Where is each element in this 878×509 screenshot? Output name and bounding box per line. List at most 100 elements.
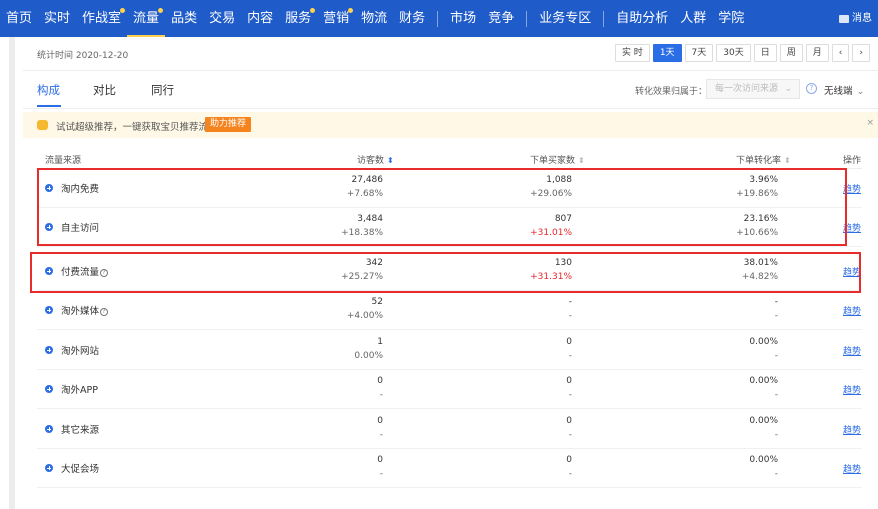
buyers-value: 0 — [566, 337, 572, 347]
range-button[interactable]: 7天 — [684, 44, 714, 62]
trend-link[interactable]: 趋势 — [843, 383, 861, 396]
expand-plus-icon[interactable] — [45, 385, 53, 393]
nav-item[interactable]: 营销 — [317, 0, 355, 37]
trend-link[interactable]: 趋势 — [843, 304, 861, 317]
trend-link[interactable]: 趋势 — [843, 462, 861, 475]
buyers-value: - — [568, 297, 572, 307]
chevron-right-icon[interactable]: › — [852, 44, 870, 62]
boost-recommend-button[interactable]: 助力推荐 — [205, 117, 252, 132]
table-row: 大促会场 0 - 0 - 0.00% - 趋势 — [37, 449, 862, 488]
stat-time: 统计时间 2020-12-20 — [37, 51, 129, 61]
rate-value: - — [774, 297, 778, 307]
message-icon — [839, 14, 849, 23]
source-name-label: 淘外网站 — [61, 346, 100, 357]
sort-icon: ⬍ — [578, 156, 585, 165]
nav-item[interactable]: 业务专区 — [533, 0, 597, 37]
rate-value: 0.00% — [749, 337, 778, 347]
nav-item[interactable]: 实时 — [38, 0, 76, 37]
message-button[interactable]: 消息 — [839, 0, 872, 37]
nav-item[interactable]: 内容 — [241, 0, 279, 37]
range-button[interactable]: 周 — [779, 44, 803, 62]
visitors-value: 52 — [371, 297, 383, 307]
rate-change: - — [774, 351, 778, 361]
nav-item[interactable]: 服务 — [279, 0, 317, 37]
nav-items: 首页 实时 作战室 流量 品类 交易 内容 服务 营销 物流 财务 市场 竞争 业务专区 自助分析 人群 学院 — [0, 0, 750, 37]
visitors-change: - — [379, 469, 383, 479]
source-name: 其它来源 — [61, 422, 99, 436]
header-buyers-label: 下单买家数 — [530, 156, 576, 166]
nav-item[interactable]: 市场 — [444, 0, 482, 37]
expand-plus-icon[interactable] — [45, 346, 53, 354]
expand-plus-icon[interactable] — [45, 306, 53, 314]
nav-item[interactable]: 交易 — [203, 0, 241, 37]
rate-value: 0.00% — [749, 416, 778, 426]
chevron-left-icon[interactable]: ‹ — [831, 44, 850, 62]
expand-plus-icon[interactable] — [45, 425, 53, 433]
header-visitors-label: 访客数 — [357, 156, 385, 166]
nav-item[interactable]: 品类 — [165, 0, 203, 37]
visitors-change: - — [379, 430, 383, 440]
nav-item-label: 市场 — [450, 11, 477, 26]
trend-link[interactable]: 趋势 — [843, 423, 861, 436]
source-name-label: 大促会场 — [61, 464, 100, 475]
buyers-value: 0 — [566, 416, 572, 426]
notification-dot — [310, 8, 316, 13]
header-action: 操作 — [843, 156, 862, 166]
nav-item-label: 作战室 — [82, 11, 122, 26]
range-button[interactable]: 1天 — [652, 44, 682, 62]
nav-item-label: 财务 — [399, 11, 426, 26]
device-type-value: 无线端 — [824, 86, 853, 97]
rate-change: - — [774, 311, 778, 321]
nav-item[interactable]: 学院 — [712, 0, 750, 37]
range-button[interactable]: 月 — [805, 44, 829, 62]
nav-separator — [437, 10, 439, 27]
nav-item[interactable]: 物流 — [355, 0, 393, 37]
visitors-value: 0 — [377, 416, 383, 426]
expand-plus-icon[interactable] — [45, 464, 53, 472]
tab-compare[interactable]: 对比 — [93, 82, 116, 98]
nav-item-label: 实时 — [44, 11, 71, 26]
chevron-down-icon: ⌄ — [856, 86, 865, 97]
range-button[interactable]: 30天 — [716, 44, 751, 62]
range-button[interactable]: 实 时 — [614, 44, 650, 62]
nav-item[interactable]: 人群 — [674, 0, 712, 37]
nav-item-label: 业务专区 — [539, 11, 592, 26]
header-buyers[interactable]: 下单买家数 ⬍ — [530, 153, 585, 166]
sort-icon: ⬍ — [784, 156, 791, 165]
nav-item[interactable]: 首页 — [0, 0, 38, 37]
nav-separator — [603, 10, 605, 27]
help-icon[interactable]: ? — [100, 308, 109, 316]
conversion-attribution-select[interactable]: 每一次访问来源 ⌄ — [706, 79, 800, 99]
nav-item-label: 服务 — [285, 11, 312, 26]
nav-item-label: 人群 — [680, 11, 707, 26]
header-visitors[interactable]: 访客数 ⬍ — [357, 153, 394, 166]
header-rate[interactable]: 下单转化率 ⬍ — [736, 153, 791, 166]
conversion-attribution-label: 转化效果归属于： — [635, 87, 708, 97]
nav-item-label: 营销 — [323, 11, 350, 26]
buyers-change: - — [568, 311, 572, 321]
tab-peers[interactable]: 同行 — [151, 82, 174, 98]
table-row: 淘外媒体? 52 +4.00% - - - - 趋势 — [37, 291, 862, 330]
close-icon[interactable]: × — [866, 118, 874, 128]
rate-change: - — [774, 390, 778, 400]
table-row: 其它来源 0 - 0 - 0.00% - 趋势 — [37, 410, 862, 449]
nav-item[interactable]: 自助分析 — [610, 0, 674, 37]
top-nav: 首页 实时 作战室 流量 品类 交易 内容 服务 营销 物流 财务 市场 竞争 业务专区 自助分析 人群 学院 … — [0, 0, 878, 37]
range-button[interactable]: 日 — [753, 44, 777, 62]
nav-item[interactable]: 流量 — [127, 0, 166, 37]
tab-composition[interactable]: 构成 — [37, 82, 60, 98]
active-tab-underline — [37, 105, 61, 107]
buyers-change: - — [568, 469, 572, 479]
device-type-select[interactable]: 无线端 ⌄ — [824, 83, 864, 97]
trend-link[interactable]: 趋势 — [843, 344, 861, 357]
sort-desc-icon: ⬍ — [387, 156, 394, 165]
conversion-attribution-value: 每一次访问来源 — [715, 84, 779, 94]
header-rate-label: 下单转化率 — [736, 156, 782, 166]
nav-item-label: 品类 — [171, 11, 198, 26]
help-icon[interactable]: ? — [806, 83, 817, 94]
visitors-change: 0.00% — [354, 351, 383, 361]
nav-item[interactable]: 财务 — [393, 0, 431, 37]
nav-item[interactable]: 作战室 — [76, 0, 127, 37]
nav-item[interactable]: 竞争 — [482, 0, 520, 37]
banner-text: 试试超级推荐，一键获取宝贝推荐流量 — [56, 122, 218, 133]
